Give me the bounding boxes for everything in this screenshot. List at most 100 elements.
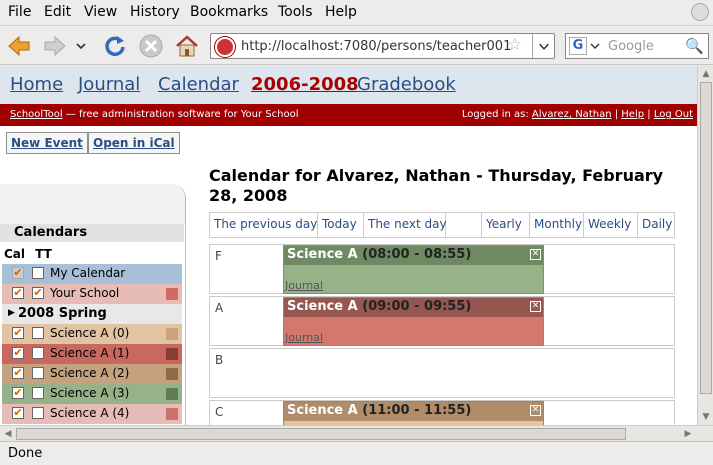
vertical-scrollbar[interactable]: ▲ ▼ [697, 66, 713, 425]
forward-arrow-icon[interactable] [42, 33, 68, 59]
tab-journal[interactable]: Journal [78, 74, 140, 95]
next-day-link[interactable]: The next day [364, 213, 447, 237]
journal-link[interactable]: Journal [285, 331, 323, 344]
stop-icon[interactable] [138, 33, 164, 59]
tab-gradebook[interactable]: Gradebook [357, 74, 456, 95]
horizontal-scrollbar[interactable]: ◀ ▶ [0, 425, 713, 441]
cal-checkbox[interactable]: ✔ [12, 327, 24, 339]
calendar-event[interactable]: Science A (08:00 - 08:55) ✕ Journal [283, 245, 544, 294]
scroll-down-icon[interactable]: ▼ [700, 411, 712, 423]
menu-edit[interactable]: Edit [44, 4, 71, 20]
horizontal-scroll-thumb[interactable] [16, 428, 626, 440]
calendar-label: Science A (0) [50, 326, 130, 340]
page-title: Calendar for Alvarez, Nathan - Thursday,… [209, 166, 664, 205]
new-event-button[interactable]: New Event [6, 132, 88, 154]
calendar-event[interactable]: Science A (11:00 - 11:55) ✕ [283, 401, 544, 425]
color-swatch[interactable] [166, 288, 178, 300]
cal-checkbox: ✔ [12, 266, 24, 279]
journal-link[interactable]: Journal [285, 279, 323, 292]
period-label: F [215, 249, 222, 263]
scroll-left-icon[interactable]: ◀ [2, 428, 14, 440]
expand-arrow-icon[interactable]: ▶ [8, 308, 15, 318]
scroll-right-icon[interactable]: ▶ [682, 428, 694, 440]
cal-checkbox[interactable]: ✔ [12, 287, 24, 299]
page-content: Home Journal Calendar 2006-2008 Gradeboo… [0, 66, 713, 425]
help-link[interactable]: Help [621, 109, 644, 120]
bookmark-star-icon[interactable]: ☆ [507, 35, 522, 55]
calendar-event[interactable]: Science A (09:00 - 09:55) ✕ Journal [283, 297, 544, 346]
throbber-icon [691, 3, 709, 21]
event-header[interactable]: Science A (09:00 - 09:55) ✕ [284, 298, 543, 317]
tt-checkbox[interactable] [32, 407, 44, 419]
cal-checkbox[interactable]: ✔ [12, 347, 24, 359]
history-dropdown-icon[interactable] [74, 33, 88, 59]
search-engine-dropdown-icon[interactable] [590, 42, 600, 50]
tab-home[interactable]: Home [10, 74, 63, 95]
main-tabs: Home Journal Calendar 2006-2008 Gradeboo… [0, 66, 713, 104]
period-row: F Science A (08:00 - 08:55) ✕ Journal [209, 244, 675, 294]
menu-bookmarks[interactable]: Bookmarks [190, 4, 268, 20]
calendar-label: Science A (1) [50, 346, 130, 360]
url-bar[interactable]: http://localhost:7080/persons/teacher001… [210, 33, 555, 59]
term-group-header[interactable]: ▶ 2008 Spring [2, 304, 182, 324]
scroll-up-icon[interactable]: ▲ [700, 68, 712, 80]
menu-view[interactable]: View [84, 4, 117, 20]
event-title[interactable]: Science A [287, 403, 358, 418]
home-icon[interactable] [174, 33, 200, 59]
user-link[interactable]: Alvarez, Nathan [532, 109, 612, 120]
tt-checkbox[interactable] [32, 367, 44, 379]
color-swatch[interactable] [166, 368, 178, 380]
event-title[interactable]: Science A [287, 247, 358, 262]
tab-calendar[interactable]: Calendar [158, 74, 239, 95]
calendar-item: ✔ Science A (2) [2, 364, 182, 384]
site-favicon-icon [215, 37, 235, 57]
google-engine-icon[interactable]: G [569, 37, 587, 55]
event-header[interactable]: Science A (11:00 - 11:55) ✕ [284, 402, 543, 421]
cal-checkbox[interactable]: ✔ [12, 407, 24, 419]
delete-event-icon[interactable]: ✕ [530, 249, 541, 260]
search-input[interactable]: Google [608, 39, 654, 54]
event-title[interactable]: Science A [287, 299, 358, 314]
delete-event-icon[interactable]: ✕ [530, 405, 541, 416]
tab-schoolyear[interactable]: 2006-2008 [251, 74, 359, 95]
open-ical-button[interactable]: Open in iCal [88, 132, 180, 154]
tt-checkbox[interactable] [32, 267, 44, 279]
calendar-item: ✔ Science A (1) [2, 344, 182, 364]
search-icon[interactable]: 🔍 [685, 37, 704, 55]
monthly-link[interactable]: Monthly [530, 213, 584, 237]
period-row: B [209, 348, 675, 398]
cal-checkbox[interactable]: ✔ [12, 367, 24, 379]
tt-checkbox[interactable]: ✔ [32, 287, 44, 299]
menu-file[interactable]: File [8, 4, 31, 20]
tt-checkbox[interactable] [32, 347, 44, 359]
brand-link[interactable]: SchoolTool [10, 109, 63, 120]
vertical-scroll-thumb[interactable] [700, 82, 712, 394]
color-swatch[interactable] [166, 408, 178, 420]
delete-event-icon[interactable]: ✕ [530, 301, 541, 312]
weekly-link[interactable]: Weekly [584, 213, 638, 237]
calendar-item: ✔ Science A (4) [2, 404, 182, 424]
menu-history[interactable]: History [130, 4, 180, 20]
previous-day-link[interactable]: The previous day [210, 213, 318, 237]
url-text[interactable]: http://localhost:7080/persons/teacher001 [241, 39, 511, 54]
color-swatch[interactable] [166, 328, 178, 340]
back-arrow-icon[interactable] [6, 33, 32, 59]
cal-checkbox[interactable]: ✔ [12, 387, 24, 399]
color-swatch[interactable] [166, 348, 178, 360]
menu-tools[interactable]: Tools [278, 4, 313, 20]
menu-help[interactable]: Help [325, 4, 357, 20]
url-dropdown-icon[interactable] [532, 34, 555, 58]
event-header[interactable]: Science A (08:00 - 08:55) ✕ [284, 246, 543, 265]
calendar-item: ✔ My Calendar [2, 264, 182, 284]
status-bar: Done [0, 441, 713, 465]
today-link[interactable]: Today [318, 213, 364, 237]
reload-icon[interactable] [102, 33, 128, 59]
calendar-label: Science A (3) [50, 386, 130, 400]
logout-link[interactable]: Log Out [654, 109, 693, 120]
tt-checkbox[interactable] [32, 327, 44, 339]
tt-checkbox[interactable] [32, 387, 44, 399]
color-swatch[interactable] [166, 388, 178, 400]
yearly-link[interactable]: Yearly [482, 213, 530, 237]
daily-link[interactable]: Daily [638, 213, 676, 237]
search-bar[interactable]: G Google 🔍 [565, 33, 709, 59]
